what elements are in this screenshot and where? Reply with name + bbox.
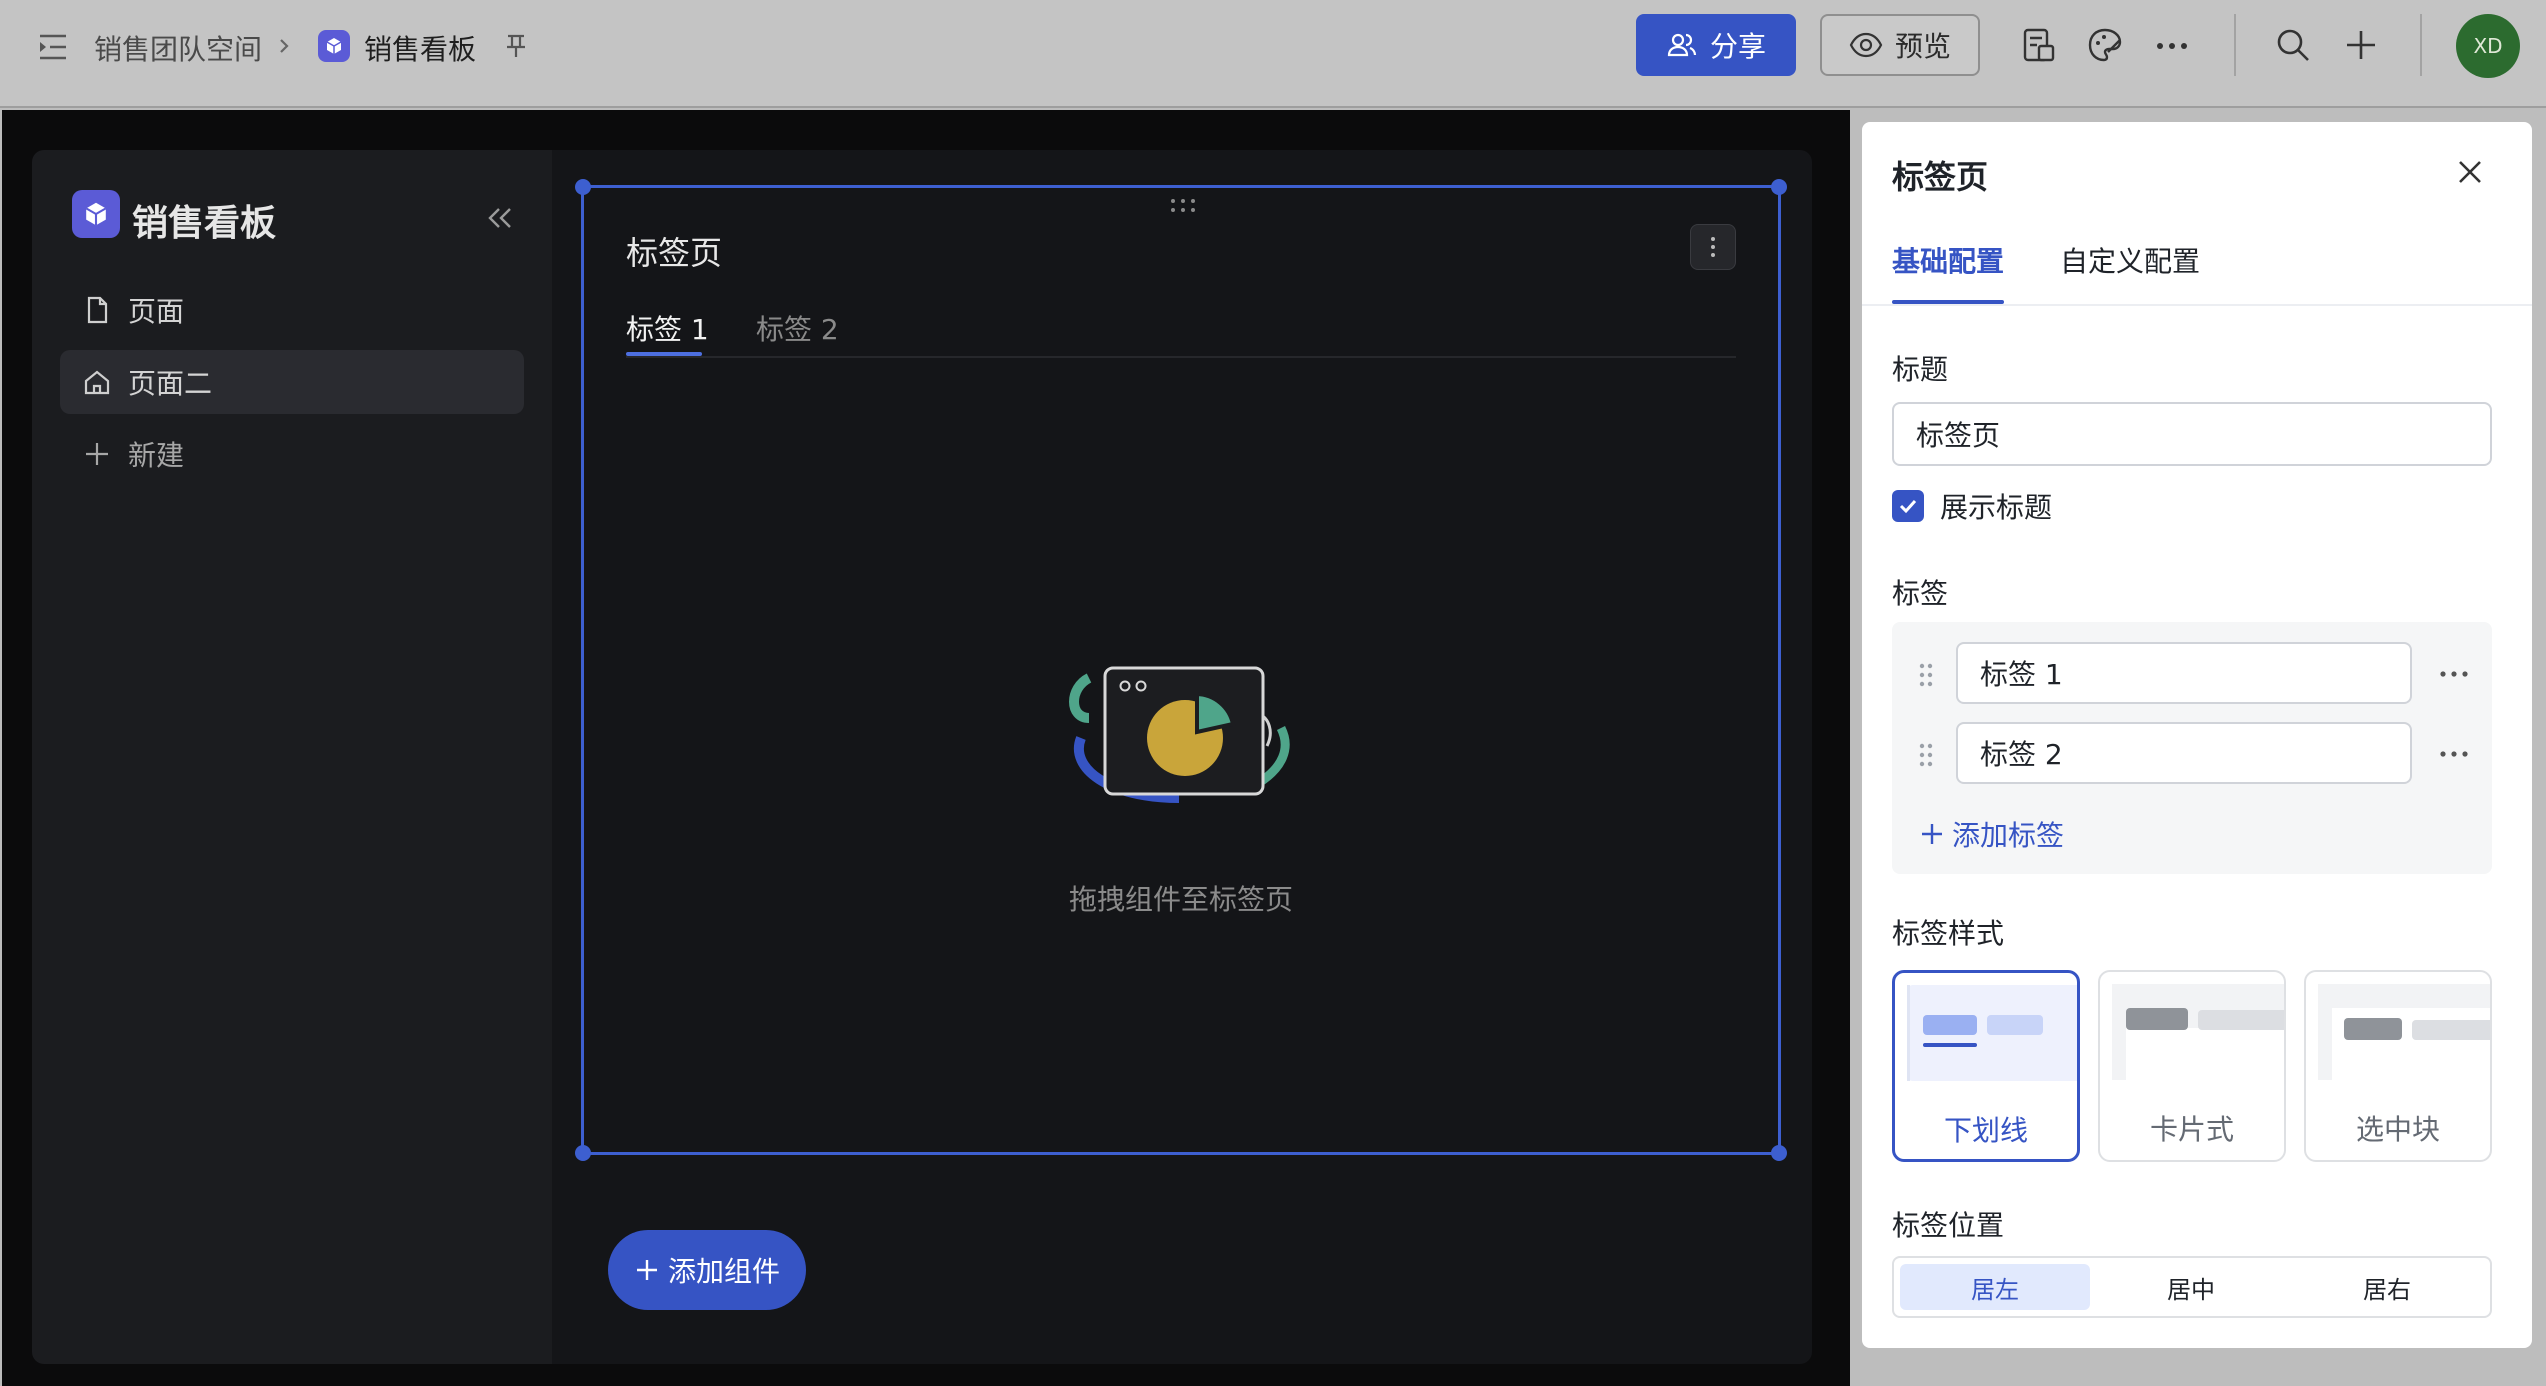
toolbar-divider xyxy=(2420,14,2422,76)
style-name: 卡片式 xyxy=(2149,1113,2234,1146)
tag-input-2[interactable]: 标签 2 xyxy=(1956,722,2412,784)
tab-position-label: 标签位置 xyxy=(1892,1209,2005,1242)
resize-handle[interactable] xyxy=(575,1145,591,1161)
preview-label: 预览 xyxy=(1894,30,1951,63)
style-option-block[interactable]: 选中块 xyxy=(2304,970,2492,1162)
show-title-label[interactable]: 展示标题 xyxy=(1940,486,2052,526)
drag-handle-icon[interactable] xyxy=(1170,198,1196,214)
empty-state-text: 拖拽组件至标签页 xyxy=(1068,883,1293,916)
share-button[interactable]: 分享 xyxy=(1636,14,1796,76)
file-icon xyxy=(87,296,108,324)
plus-icon xyxy=(1922,824,1942,844)
config-panel: 标签页 基础配置 自定义配置 标题 标签页 展示标题 标签 标签 1 标签 2 … xyxy=(1862,122,2532,1348)
drag-handle-icon[interactable] xyxy=(1918,662,1934,688)
tab-style-label: 标签样式 xyxy=(1892,917,2005,950)
style-option-card[interactable]: 卡片式 xyxy=(2098,970,2286,1162)
style-preview xyxy=(2318,984,2490,1080)
tabs-widget[interactable]: 标签页 标签 1 标签 2 拖拽组件至标签页 xyxy=(575,179,1787,1161)
add-tag-button[interactable]: 添加标签 xyxy=(1920,814,2064,854)
avatar[interactable]: XD xyxy=(2456,14,2520,78)
share-label: 分享 xyxy=(1709,30,1766,63)
title-input[interactable]: 标签页 xyxy=(1892,402,2492,466)
plus-icon xyxy=(86,443,108,465)
resize-handle[interactable] xyxy=(1771,1145,1787,1161)
widget-tab-1[interactable]: 标签 1 xyxy=(626,308,709,348)
tab-custom-config[interactable]: 自定义配置 xyxy=(2060,240,2200,280)
more-icon[interactable] xyxy=(2154,30,2190,62)
top-bar: 销售团队空间 销售看板 分享 预览 XD xyxy=(0,0,2546,108)
dashboard-canvas: 销售看板 页面 页面二 新建 标签页 标签 1 标签 2 拖拽组件至标签页 添加… xyxy=(2,110,1850,1386)
show-title-checkbox[interactable] xyxy=(1892,490,1924,522)
add-tag-label: 添加标签 xyxy=(1952,819,2065,852)
style-name: 选中块 xyxy=(2355,1113,2440,1146)
collapse-sidebar-icon[interactable] xyxy=(482,200,518,236)
page-sidebar: 销售看板 页面 页面二 新建 xyxy=(32,150,552,1364)
check-icon xyxy=(1899,499,1917,514)
active-tab-underline xyxy=(626,352,702,356)
sidebar-item-label: 页面 xyxy=(128,295,185,328)
widget-tab-2[interactable]: 标签 2 xyxy=(756,308,839,348)
more-icon[interactable] xyxy=(2432,732,2476,776)
position-center-option[interactable]: 居中 xyxy=(2096,1264,2286,1310)
theme-palette-icon[interactable] xyxy=(2086,26,2124,64)
tags-list: 标签 1 标签 2 添加标签 xyxy=(1892,622,2492,874)
app-cube-icon xyxy=(318,30,350,62)
template-icon[interactable] xyxy=(2020,26,2058,64)
style-preview xyxy=(2112,984,2284,1080)
widget-title: 标签页 xyxy=(626,234,723,272)
tab-position-segmented: 居左 居中 居右 xyxy=(1892,1256,2492,1318)
add-component-label: 添加组件 xyxy=(667,1255,780,1288)
add-icon[interactable] xyxy=(2342,26,2380,64)
sidebar-item-label: 新建 xyxy=(128,439,185,472)
sidebar-item-page-two[interactable]: 页面二 xyxy=(60,350,524,414)
search-icon[interactable] xyxy=(2274,26,2312,64)
breadcrumb-workspace[interactable]: 销售团队空间 xyxy=(94,28,262,68)
breadcrumb-board[interactable]: 销售看板 xyxy=(364,28,476,68)
users-icon xyxy=(1667,33,1697,57)
chevron-right-icon xyxy=(274,36,294,56)
add-component-button[interactable]: 添加组件 xyxy=(608,1230,806,1310)
panel-divider xyxy=(1862,304,2532,306)
vertical-dots-icon xyxy=(1711,237,1715,257)
panel-title: 标签页 xyxy=(1892,158,1989,196)
pin-icon[interactable] xyxy=(500,30,532,62)
title-field-label: 标题 xyxy=(1892,353,1949,386)
more-icon[interactable] xyxy=(2432,652,2476,696)
sidebar-item-label: 页面二 xyxy=(128,367,213,400)
preview-button[interactable]: 预览 xyxy=(1820,14,1980,76)
style-name: 下划线 xyxy=(1943,1114,2028,1147)
tags-label: 标签 xyxy=(1892,577,1949,610)
menu-toggle-icon[interactable] xyxy=(36,30,70,64)
position-left-option[interactable]: 居左 xyxy=(1900,1264,2090,1310)
style-option-underline[interactable]: 下划线 xyxy=(1892,970,2080,1162)
eye-icon xyxy=(1849,32,1883,58)
tab-basic-config[interactable]: 基础配置 xyxy=(1892,240,2004,280)
widget-menu-button[interactable] xyxy=(1690,224,1736,270)
resize-handle[interactable] xyxy=(575,179,591,195)
tag-input-1[interactable]: 标签 1 xyxy=(1956,642,2412,704)
home-icon xyxy=(84,370,110,395)
sidebar-title: 销售看板 xyxy=(132,203,277,244)
plus-icon xyxy=(636,1260,657,1280)
app-cube-icon xyxy=(72,190,120,238)
sidebar-item-new[interactable]: 新建 xyxy=(60,422,524,486)
tab-divider xyxy=(626,356,1736,358)
sidebar-item-page[interactable]: 页面 xyxy=(60,278,524,342)
empty-chart-illustration xyxy=(1069,658,1299,818)
resize-handle[interactable] xyxy=(1771,179,1787,195)
active-tab-underline xyxy=(1892,300,2004,304)
drag-handle-icon[interactable] xyxy=(1918,742,1934,768)
style-preview xyxy=(1907,985,2077,1081)
toolbar-divider xyxy=(2234,14,2236,76)
close-icon[interactable] xyxy=(2452,154,2488,190)
position-right-option[interactable]: 居右 xyxy=(2292,1264,2482,1310)
